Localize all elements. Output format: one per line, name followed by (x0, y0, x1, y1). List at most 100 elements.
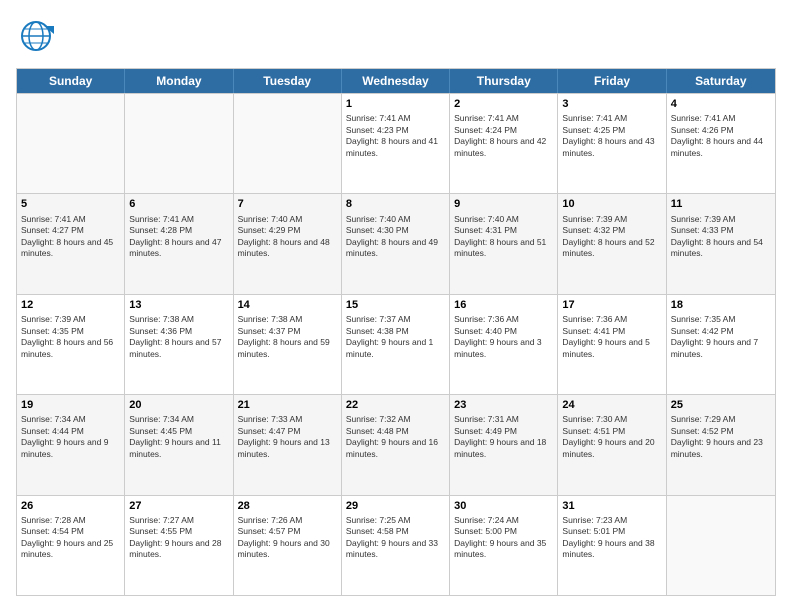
calendar-day-14: 14 Sunrise: 7:38 AM Sunset: 4:37 PM Dayli… (234, 295, 342, 394)
calendar-day-16: 16 Sunrise: 7:36 AM Sunset: 4:40 PM Dayli… (450, 295, 558, 394)
day-number: 6 (129, 197, 228, 211)
calendar-day-27: 27Sunrise: 7:27 AM Sunset: 4:55 PM Dayli… (125, 496, 233, 595)
day-number: 15 (346, 298, 445, 312)
day-info: Sunrise: 7:39 AM Sunset: 4:33 PM Dayligh… (671, 214, 771, 260)
calendar-day-26: 26 Sunrise: 7:28 AM Sunset: 4:54 PM Dayli… (17, 496, 125, 595)
day-number: 27 (129, 499, 228, 513)
day-number: 10 (562, 197, 661, 211)
calendar: SundayMondayTuesdayWednesdayThursdayFrid… (16, 68, 776, 596)
day-number: 12 (21, 298, 120, 312)
day-info: Sunrise: 7:30 AM Sunset: 4:51 PM Dayligh… (562, 414, 661, 460)
day-info: Sunrise: 7:41 AM Sunset: 4:24 PM Dayligh… (454, 113, 553, 159)
day-number: 18 (671, 298, 771, 312)
calendar-empty (234, 94, 342, 193)
day-info: Sunrise: 7:41 AM Sunset: 4:25 PM Dayligh… (562, 113, 661, 159)
calendar-day-7: 7 Sunrise: 7:40 AM Sunset: 4:29 PM Daylig… (234, 194, 342, 293)
calendar-day-23: 23 Sunrise: 7:31 AM Sunset: 4:49 PM Dayli… (450, 395, 558, 494)
day-info: Sunrise: 7:25 AM Sunset: 4:58 PM Dayligh… (346, 515, 445, 561)
day-info: Sunrise: 7:39 AM Sunset: 4:32 PM Dayligh… (562, 214, 661, 260)
day-info: Sunrise: 7:40 AM Sunset: 4:29 PM Dayligh… (238, 214, 337, 260)
day-number: 20 (129, 398, 228, 412)
day-info: Sunrise: 7:34 AM Sunset: 4:45 PM Dayligh… (129, 414, 228, 460)
calendar-empty (125, 94, 233, 193)
calendar-header: SundayMondayTuesdayWednesdayThursdayFrid… (17, 69, 775, 93)
day-info: Sunrise: 7:24 AM Sunset: 5:00 PM Dayligh… (454, 515, 553, 561)
day-number: 22 (346, 398, 445, 412)
day-number: 5 (21, 197, 120, 211)
day-info: Sunrise: 7:36 AM Sunset: 4:40 PM Dayligh… (454, 314, 553, 360)
calendar-week-1: 1 Sunrise: 7:41 AM Sunset: 4:23 PM Daylig… (17, 93, 775, 193)
day-info: Sunrise: 7:38 AM Sunset: 4:37 PM Dayligh… (238, 314, 337, 360)
calendar-day-15: 15 Sunrise: 7:37 AM Sunset: 4:38 PM Dayli… (342, 295, 450, 394)
calendar-day-19: 19 Sunrise: 7:34 AM Sunset: 4:44 PM Dayli… (17, 395, 125, 494)
calendar-day-1: 1 Sunrise: 7:41 AM Sunset: 4:23 PM Daylig… (342, 94, 450, 193)
calendar-day-21: 21 Sunrise: 7:33 AM Sunset: 4:47 PM Dayli… (234, 395, 342, 494)
day-info: Sunrise: 7:34 AM Sunset: 4:44 PM Dayligh… (21, 414, 120, 460)
day-number: 17 (562, 298, 661, 312)
calendar-day-31: 31 Sunrise: 7:23 AM Sunset: 5:01 PM Dayli… (558, 496, 666, 595)
calendar-week-2: 5 Sunrise: 7:41 AM Sunset: 4:27 PM Daylig… (17, 193, 775, 293)
calendar-day-22: 22Sunrise: 7:32 AM Sunset: 4:48 PM Dayli… (342, 395, 450, 494)
day-info: Sunrise: 7:37 AM Sunset: 4:38 PM Dayligh… (346, 314, 445, 360)
weekday-header-thursday: Thursday (450, 69, 558, 93)
day-number: 14 (238, 298, 337, 312)
day-number: 8 (346, 197, 445, 211)
day-number: 23 (454, 398, 553, 412)
day-number: 26 (21, 499, 120, 513)
day-number: 28 (238, 499, 337, 513)
day-info: Sunrise: 7:29 AM Sunset: 4:52 PM Dayligh… (671, 414, 771, 460)
day-info: Sunrise: 7:39 AM Sunset: 4:35 PM Dayligh… (21, 314, 120, 360)
calendar-day-17: 17Sunrise: 7:36 AM Sunset: 4:41 PM Dayli… (558, 295, 666, 394)
day-info: Sunrise: 7:40 AM Sunset: 4:30 PM Dayligh… (346, 214, 445, 260)
calendar-day-20: 20 Sunrise: 7:34 AM Sunset: 4:45 PM Dayli… (125, 395, 233, 494)
day-number: 4 (671, 97, 771, 111)
calendar-empty (17, 94, 125, 193)
day-info: Sunrise: 7:31 AM Sunset: 4:49 PM Dayligh… (454, 414, 553, 460)
calendar-day-29: 29Sunrise: 7:25 AM Sunset: 4:58 PM Dayli… (342, 496, 450, 595)
calendar-day-3: 3 Sunrise: 7:41 AM Sunset: 4:25 PM Daylig… (558, 94, 666, 193)
calendar-day-24: 24 Sunrise: 7:30 AM Sunset: 4:51 PM Dayli… (558, 395, 666, 494)
calendar-day-8: 8 Sunrise: 7:40 AM Sunset: 4:30 PM Daylig… (342, 194, 450, 293)
weekday-header-monday: Monday (125, 69, 233, 93)
day-info: Sunrise: 7:40 AM Sunset: 4:31 PM Dayligh… (454, 214, 553, 260)
day-info: Sunrise: 7:33 AM Sunset: 4:47 PM Dayligh… (238, 414, 337, 460)
day-info: Sunrise: 7:26 AM Sunset: 4:57 PM Dayligh… (238, 515, 337, 561)
calendar-day-2: 2Sunrise: 7:41 AM Sunset: 4:24 PM Daylig… (450, 94, 558, 193)
day-info: Sunrise: 7:41 AM Sunset: 4:27 PM Dayligh… (21, 214, 120, 260)
calendar-day-25: 25 Sunrise: 7:29 AM Sunset: 4:52 PM Dayli… (667, 395, 775, 494)
calendar-day-13: 13 Sunrise: 7:38 AM Sunset: 4:36 PM Dayli… (125, 295, 233, 394)
day-number: 3 (562, 97, 661, 111)
day-number: 1 (346, 97, 445, 111)
day-info: Sunrise: 7:28 AM Sunset: 4:54 PM Dayligh… (21, 515, 120, 561)
day-number: 16 (454, 298, 553, 312)
day-number: 24 (562, 398, 661, 412)
weekday-header-saturday: Saturday (667, 69, 775, 93)
day-number: 19 (21, 398, 120, 412)
day-number: 31 (562, 499, 661, 513)
day-number: 25 (671, 398, 771, 412)
calendar-week-4: 19 Sunrise: 7:34 AM Sunset: 4:44 PM Dayli… (17, 394, 775, 494)
day-info: Sunrise: 7:23 AM Sunset: 5:01 PM Dayligh… (562, 515, 661, 561)
day-number: 9 (454, 197, 553, 211)
weekday-header-sunday: Sunday (17, 69, 125, 93)
calendar-body: 1 Sunrise: 7:41 AM Sunset: 4:23 PM Daylig… (17, 93, 775, 595)
calendar-empty (667, 496, 775, 595)
calendar-week-5: 26 Sunrise: 7:28 AM Sunset: 4:54 PM Dayli… (17, 495, 775, 595)
calendar-day-4: 4Sunrise: 7:41 AM Sunset: 4:26 PM Daylig… (667, 94, 775, 193)
weekday-header-tuesday: Tuesday (234, 69, 342, 93)
day-number: 13 (129, 298, 228, 312)
day-info: Sunrise: 7:35 AM Sunset: 4:42 PM Dayligh… (671, 314, 771, 360)
weekday-header-friday: Friday (558, 69, 666, 93)
calendar-week-3: 12 Sunrise: 7:39 AM Sunset: 4:35 PM Dayli… (17, 294, 775, 394)
day-number: 11 (671, 197, 771, 211)
calendar-day-10: 10 Sunrise: 7:39 AM Sunset: 4:32 PM Dayli… (558, 194, 666, 293)
day-number: 7 (238, 197, 337, 211)
calendar-day-6: 6Sunrise: 7:41 AM Sunset: 4:28 PM Daylig… (125, 194, 233, 293)
day-number: 21 (238, 398, 337, 412)
day-info: Sunrise: 7:38 AM Sunset: 4:36 PM Dayligh… (129, 314, 228, 360)
logo-icon (16, 16, 56, 56)
day-info: Sunrise: 7:41 AM Sunset: 4:23 PM Dayligh… (346, 113, 445, 159)
calendar-day-28: 28 Sunrise: 7:26 AM Sunset: 4:57 PM Dayli… (234, 496, 342, 595)
header (16, 16, 776, 56)
calendar-day-30: 30Sunrise: 7:24 AM Sunset: 5:00 PM Dayli… (450, 496, 558, 595)
